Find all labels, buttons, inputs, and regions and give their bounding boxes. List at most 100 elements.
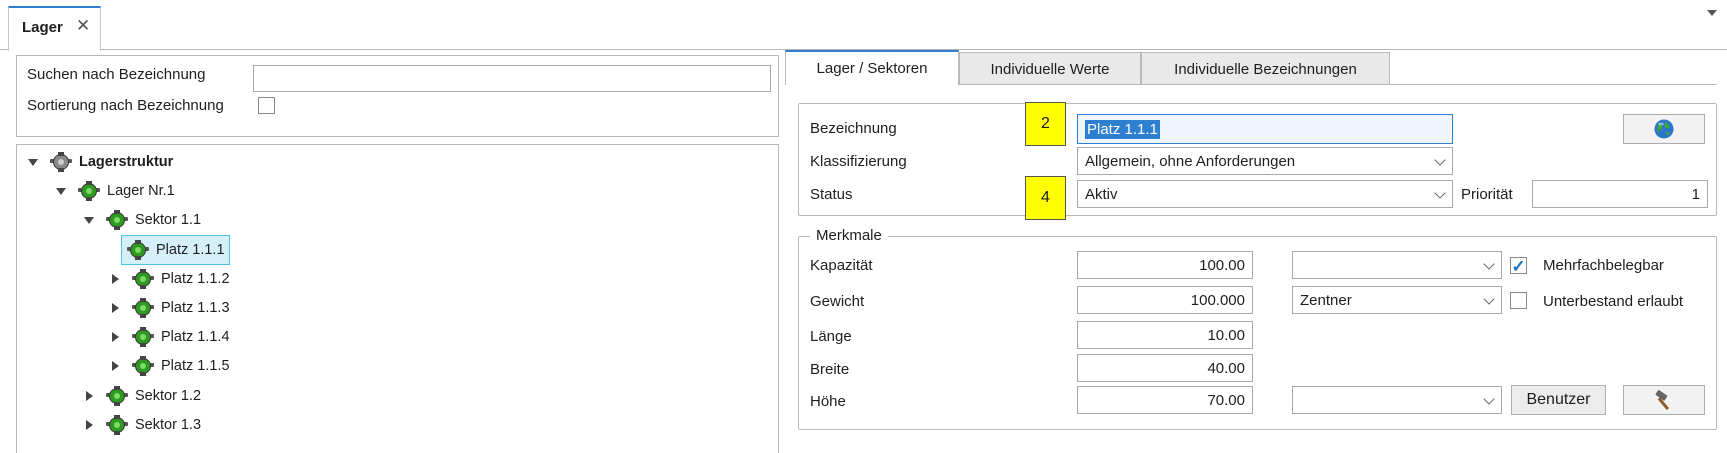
tree-node[interactable]: Platz 1.1.2 [121,267,230,291]
kapazitaet-unit-select[interactable] [1292,251,1502,279]
sort-checkbox[interactable] [258,97,275,114]
storage-node-icon [105,413,129,437]
collapsed-arrow-icon[interactable] [109,361,121,372]
tree-node[interactable]: Sektor 1.2 [95,384,201,408]
chevron-down-icon [1434,187,1446,199]
tree-node-row[interactable]: Platz 1.1.1 [109,234,230,265]
tab-divider [959,84,1717,85]
storage-node-icon [131,267,155,291]
tree-node[interactable]: Lagerstruktur [39,150,173,174]
tab-overflow-chevron-down-icon[interactable] [1707,10,1717,16]
tree-node[interactable]: Sektor 1.1 [95,208,201,232]
tree-node[interactable]: Platz 1.1.3 [121,296,230,320]
breite-input[interactable]: 40.00 [1077,354,1253,382]
status-select[interactable]: Aktiv [1077,180,1453,208]
gewicht-label: Gewicht [810,293,865,310]
collapsed-arrow-icon[interactable] [109,303,121,313]
gewicht-value: 100.000 [1190,291,1245,309]
tree-node-row[interactable]: Platz 1.1.4 [109,322,230,352]
chevron-down-icon [1483,258,1495,270]
prioritaet-input[interactable]: 1 [1532,180,1708,208]
prioritaet-label: Priorität [1461,186,1513,203]
tree-node-label: Platz 1.1.3 [161,300,230,316]
storage-node-icon [131,354,155,378]
expanded-arrow-icon[interactable] [83,216,95,224]
laenge-input[interactable]: 10.00 [1077,321,1253,349]
tab-label: Lager / Sektoren [816,60,928,77]
chevron-down-icon [1434,154,1446,166]
hammer-button[interactable] [1623,385,1705,415]
laenge-value: 10.00 [1207,326,1245,344]
klassifizierung-select[interactable]: Allgemein, ohne Anforderungen [1077,147,1453,175]
collapsed-arrow-icon[interactable] [83,390,95,401]
globe-button[interactable] [1623,114,1705,144]
collapsed-arrow-icon[interactable] [83,419,95,430]
unterbestand-label: Unterbestand erlaubt [1543,293,1684,310]
unterbestand-checkbox[interactable] [1510,292,1527,309]
tree-node[interactable]: Platz 1.1.5 [121,354,230,378]
tree-node-row[interactable]: Platz 1.1.5 [109,351,230,381]
tree-node-label: Sektor 1.3 [135,416,202,433]
tab-label: Individuelle Bezeichnungen [1174,60,1357,78]
laenge-label: Länge [810,328,852,345]
document-tab-bar [0,0,1727,50]
doc-tab-lager[interactable]: Lager ✕ [8,6,101,51]
tree-node-row[interactable]: Platz 1.1.3 [109,293,230,323]
hoehe-unit-select[interactable] [1292,386,1502,414]
tree-node-row[interactable]: Platz 1.1.2 [109,264,230,294]
storage-node-icon [105,208,129,232]
storage-node-icon [49,150,73,174]
kapazitaet-value: 100.00 [1199,256,1245,274]
tree-node-label: Platz 1.1.1 [156,241,225,258]
collapsed-arrow-icon[interactable] [109,332,121,343]
annotation-note-4: 4 [1025,176,1066,220]
hoehe-value: 70.00 [1207,391,1245,409]
klassifizierung-label: Klassifizierung [810,153,907,170]
doc-tab-label: Lager [22,19,63,36]
search-input[interactable] [253,65,771,92]
storage-node-icon [126,238,150,262]
kapazitaet-input[interactable]: 100.00 [1077,251,1253,279]
collapsed-arrow-icon[interactable] [109,273,121,284]
tree-node[interactable]: Lager Nr.1 [67,179,175,203]
chevron-down-icon [1483,393,1495,405]
tab-individuelle-werte[interactable]: Individuelle Werte [959,52,1141,85]
prioritaet-value: 1 [1691,185,1700,203]
mehrfach-checkbox[interactable]: ✓ [1510,257,1527,275]
tree-node-row[interactable]: Sektor 1.2 [83,381,201,411]
hoehe-input[interactable]: 70.00 [1077,386,1253,414]
tree-node-label: Platz 1.1.4 [161,329,230,346]
tree-node-row[interactable]: Lager Nr.1 [55,176,175,206]
tree-node-row[interactable]: Lagerstruktur [27,147,173,177]
tree-node[interactable]: Platz 1.1.4 [121,325,230,349]
bezeichnung-input[interactable]: Platz 1.1.1 [1077,114,1453,144]
benutzer-button[interactable]: Benutzer [1511,385,1606,415]
close-icon[interactable]: ✕ [76,16,90,36]
globe-icon [1654,119,1674,139]
search-label: Suchen nach Bezeichnung [27,66,206,83]
status-label: Status [810,186,853,203]
expanded-arrow-icon[interactable] [27,158,39,166]
expanded-arrow-icon[interactable] [55,187,67,195]
klassifizierung-value: Allgemein, ohne Anforderungen [1085,152,1296,170]
merkmale-legend: Merkmale [810,227,888,244]
benutzer-button-label: Benutzer [1526,391,1591,408]
kapazitaet-label: Kapazität [810,257,873,274]
gewicht-unit-select[interactable]: Zentner [1292,286,1502,314]
storage-node-icon [131,296,155,320]
tab-individuelle-bezeichnungen[interactable]: Individuelle Bezeichnungen [1141,52,1390,85]
storage-node-icon [131,325,155,349]
tree-node-label: Platz 1.1.5 [161,358,230,375]
tree-node-row[interactable]: Sektor 1.3 [83,410,201,440]
tab-lager-sektoren[interactable]: Lager / Sektoren [785,50,959,85]
selected-tree-node[interactable]: Platz 1.1.1 [121,234,230,265]
sort-label: Sortierung nach Bezeichnung [27,97,224,114]
breite-value: 40.00 [1207,359,1245,377]
tree-node[interactable]: Sektor 1.3 [95,413,201,437]
tree-node-label: Sektor 1.2 [135,387,202,404]
tree-view: Lagerstruktur Lager Nr.1 Sektor 1.1 Plat… [16,144,779,453]
tree-node-row[interactable]: Sektor 1.1 [83,205,201,235]
gewicht-input[interactable]: 100.000 [1077,286,1253,314]
storage-node-icon [77,179,101,203]
tree-node-label: Lager Nr.1 [107,183,175,200]
